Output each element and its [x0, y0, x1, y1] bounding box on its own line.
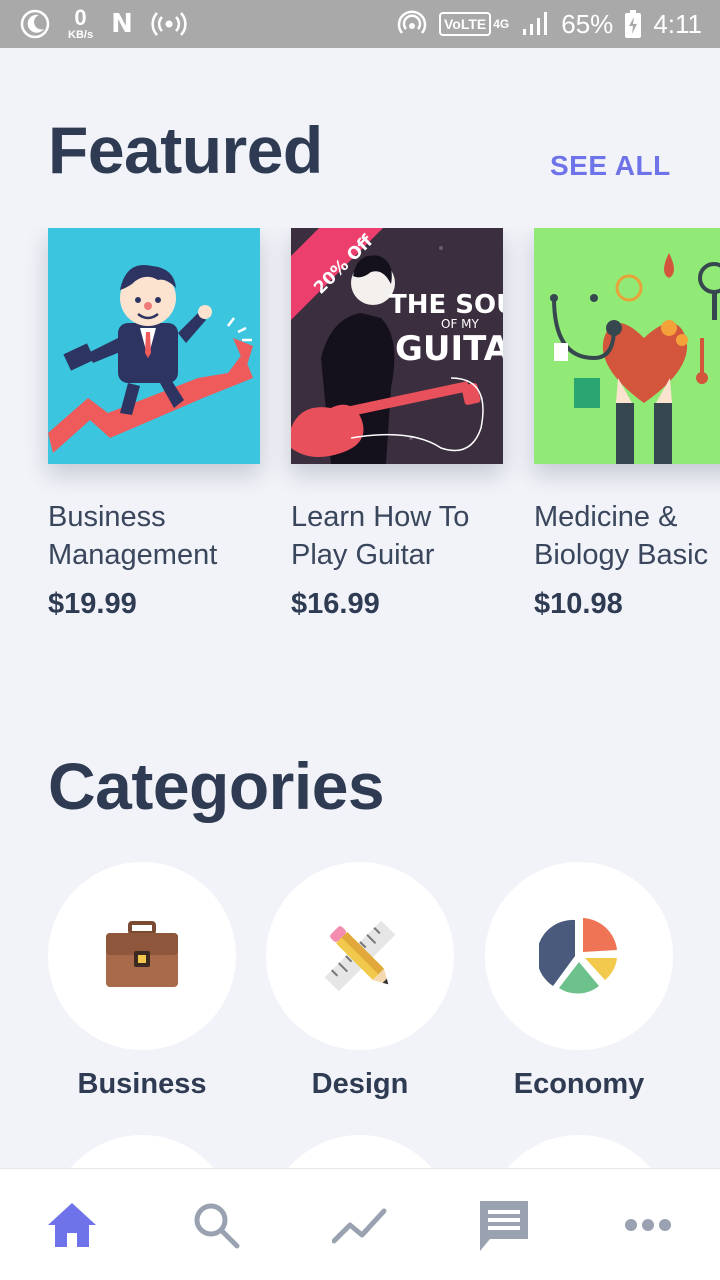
pie-chart-icon — [539, 918, 617, 994]
category-icon-circle[interactable] — [485, 862, 673, 1050]
course-title: Learn How To Play Guitar — [291, 498, 503, 574]
trending-icon — [332, 1208, 387, 1243]
bottom-navigation — [0, 1168, 720, 1280]
moon-icon — [20, 9, 50, 39]
featured-heading: Featured — [48, 113, 323, 187]
course-card-guitar[interactable]: THE SOUND OF MY GUITAR 20% Off Learn How… — [291, 228, 503, 621]
network-speed: 0 KB/s — [68, 7, 93, 41]
more-icon — [625, 1218, 671, 1231]
n-icon: N — [111, 9, 133, 39]
category-label: Business — [77, 1068, 207, 1100]
category-label: Design — [311, 1068, 409, 1100]
course-card-business[interactable]: Business Management $19.99 — [48, 228, 260, 621]
ruler-pencil-icon — [324, 920, 396, 992]
businessman-illustration — [48, 265, 253, 453]
network-speed-value: 0 — [74, 5, 87, 30]
volte-badge: VoLTE — [438, 12, 492, 36]
course-card-medicine[interactable]: Medicine & Biology Basic $10.98 — [534, 228, 720, 621]
featured-carousel[interactable]: Business Management $19.99 THE SOUND OF … — [0, 228, 720, 648]
category-business[interactable]: Business — [48, 862, 236, 1101]
art-text-line-3: GUITAR — [395, 329, 503, 369]
course-title: Business Management — [48, 498, 260, 574]
search-icon — [194, 1203, 240, 1248]
course-title-line-2: Management — [48, 539, 218, 571]
category-icon-circle[interactable] — [266, 862, 454, 1050]
nav-home[interactable] — [27, 1185, 117, 1265]
home-icon — [48, 1202, 96, 1247]
category-design[interactable]: Design — [266, 862, 454, 1101]
hotspot-icon — [151, 12, 187, 36]
status-bar: 0 KB/s N VoLTE 4G 65% 4:11 — [0, 0, 720, 48]
nav-trending[interactable] — [315, 1185, 405, 1265]
course-title-line-1: Business — [48, 501, 166, 533]
network-speed-unit: KB/s — [68, 29, 94, 41]
see-all-link[interactable]: SEE ALL — [550, 150, 671, 182]
course-price: $19.99 — [48, 588, 137, 620]
course-title: Medicine & Biology Basic — [534, 498, 720, 574]
clock: 4:11 — [653, 8, 702, 39]
briefcase-icon — [106, 921, 178, 987]
network-gen: 4G — [493, 17, 510, 31]
medicine-illustration — [550, 253, 720, 464]
course-title-line-2: Play Guitar — [291, 539, 435, 571]
nav-messages[interactable] — [459, 1185, 549, 1265]
guitar-illustration: THE SOUND OF MY GUITAR 20% Off — [291, 228, 503, 464]
category-icon-circle[interactable] — [48, 862, 236, 1050]
nav-search[interactable] — [171, 1185, 261, 1265]
categories-heading: Categories — [48, 749, 385, 823]
course-thumbnail[interactable]: THE SOUND OF MY GUITAR 20% Off — [291, 228, 503, 464]
course-price: $10.98 — [534, 588, 623, 620]
art-text-line-1: THE SOUND — [389, 290, 503, 320]
wifi-hotspot-icon — [397, 10, 427, 34]
course-thumbnail[interactable] — [48, 228, 260, 464]
course-title-line-1: Learn How To — [291, 501, 470, 533]
course-title-line-2: Biology Basic — [534, 539, 709, 571]
category-label: Economy — [513, 1068, 645, 1100]
category-economy[interactable]: Economy — [485, 862, 673, 1101]
course-thumbnail[interactable] — [534, 228, 720, 464]
course-title-line-1: Medicine & — [534, 501, 678, 533]
nav-more[interactable] — [603, 1185, 693, 1265]
battery-percent: 65% — [561, 8, 614, 39]
course-price: $16.99 — [291, 588, 380, 620]
messages-icon — [480, 1200, 528, 1251]
signal-icon — [523, 12, 548, 35]
battery-charging-icon — [625, 10, 642, 38]
